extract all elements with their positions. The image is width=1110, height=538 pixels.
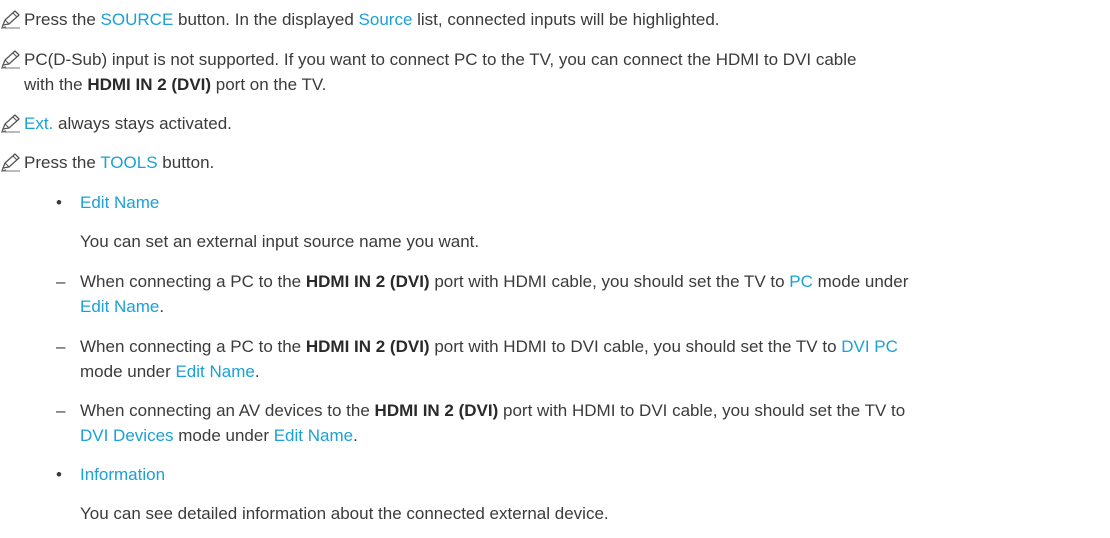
dash-text: When connecting a PC to the HDMI IN 2 (D… [80, 337, 898, 381]
dvi-devices-mode-term: DVI Devices [80, 426, 174, 445]
note-pencil-icon [0, 9, 22, 29]
source-button-term: SOURCE [100, 10, 174, 29]
ext-term: Ext. [24, 114, 54, 133]
hdmi-port-term: HDMI IN 2 (DVI) [87, 75, 212, 94]
bullet-edit-name: • Edit Name [56, 190, 159, 215]
edit-name-title: Edit Name [80, 193, 160, 212]
dash-text: When connecting a PC to the HDMI IN 2 (D… [80, 272, 909, 316]
note-text: Press the SOURCE button. In the displaye… [24, 10, 720, 29]
note-text: PC(D-Sub) input is not supported. If you… [24, 50, 857, 94]
bullet-mark: • [56, 465, 62, 484]
note-text: Press the TOOLS button. [24, 153, 215, 172]
dash-mark: – [56, 337, 66, 356]
pc-mode-term: PC [789, 272, 813, 291]
note-pc-dsub: PC(D-Sub) input is not supported. If you… [0, 47, 1100, 97]
edit-name-description: You can set an external input source nam… [80, 232, 480, 251]
tools-button-term: TOOLS [100, 153, 158, 172]
dash-text: When connecting an AV devices to the HDM… [80, 401, 906, 445]
note-text: Ext. always stays activated. [24, 114, 232, 133]
dash-item-av-dvi: – When connecting an AV devices to the H… [56, 398, 1096, 448]
information-title: Information [80, 465, 166, 484]
note-source: Press the SOURCE button. In the displaye… [0, 7, 1100, 32]
source-list-term: Source [358, 10, 413, 29]
bullet-information: • Information [56, 462, 165, 487]
information-description: You can see detailed information about t… [80, 504, 609, 523]
note-pencil-icon [0, 113, 22, 133]
edit-name-term: Edit Name [273, 426, 354, 445]
bullet-mark: • [56, 193, 62, 212]
edit-name-term: Edit Name [80, 297, 160, 316]
manual-page: Press the SOURCE button. In the displaye… [0, 0, 1110, 538]
note-pencil-icon [0, 152, 22, 172]
note-ext: Ext. always stays activated. [0, 111, 1100, 136]
edit-name-term: Edit Name [175, 362, 255, 381]
dash-mark: – [56, 272, 66, 291]
note-tools: Press the TOOLS button. [0, 150, 1100, 175]
dash-item-pc-hdmi: – When connecting a PC to the HDMI IN 2 … [56, 269, 1096, 319]
note-pencil-icon [0, 49, 22, 69]
dash-mark: – [56, 401, 66, 420]
dvi-pc-mode-term: DVI PC [841, 337, 898, 356]
dash-item-pc-dvi: – When connecting a PC to the HDMI IN 2 … [56, 334, 1096, 384]
